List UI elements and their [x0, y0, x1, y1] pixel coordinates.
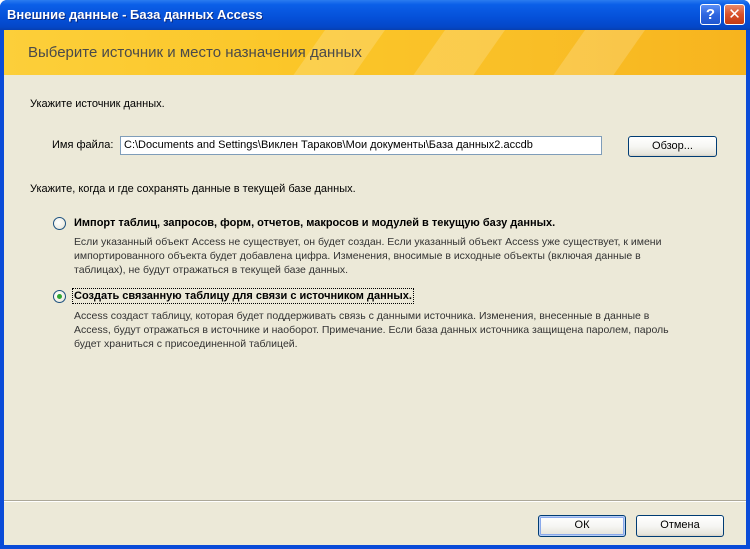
destination-heading: Укажите, когда и где сохранять данные в … [30, 183, 356, 195]
dialog-window: Внешние данные - База данных Access ? ✕ … [0, 0, 750, 549]
browse-button[interactable]: Обзор... [628, 136, 717, 157]
banner-decoration [528, 30, 660, 75]
link-option-label[interactable]: Создать связанную таблицу для связи с ис… [72, 288, 414, 304]
help-icon: ? [705, 6, 716, 23]
title-bar[interactable]: Внешние данные - База данных Access ? ✕ [0, 0, 750, 30]
ok-button[interactable]: ОК [538, 515, 626, 537]
link-description-line: будет храниться с присоединенной таблице… [74, 338, 298, 350]
import-option-label[interactable]: Импорт таблиц, запросов, форм, отчетов, … [74, 217, 555, 229]
file-path-input[interactable]: C:\Documents and Settings\Виклен Тараков… [120, 136, 602, 155]
import-radio[interactable] [53, 217, 66, 230]
help-button[interactable]: ? [700, 4, 721, 25]
close-button[interactable]: ✕ [724, 4, 745, 25]
link-radio[interactable] [53, 290, 66, 303]
link-description-line: Access создаст таблицу, которая будет по… [74, 310, 650, 322]
import-description-line: таблицах), не будут отражаться в текущей… [74, 264, 349, 276]
link-description-line: Access, будут отражаться в источнике и н… [74, 324, 669, 336]
close-icon: ✕ [728, 6, 741, 23]
banner-title: Выберите источник и место назначения дан… [28, 44, 362, 61]
header-banner: Выберите источник и место назначения дан… [4, 30, 746, 75]
import-description-line: импортированного объекта будет добавлена… [74, 250, 641, 262]
cancel-button[interactable]: Отмена [636, 515, 724, 537]
window-title: Внешние данные - База данных Access [7, 7, 263, 22]
source-heading: Укажите источник данных. [30, 98, 165, 110]
footer-separator [4, 500, 746, 502]
import-description-line: Если указанный объект Access не существу… [74, 236, 662, 248]
file-name-label: Имя файла: [52, 139, 114, 151]
dialog-body: Выберите источник и место назначения дан… [4, 30, 746, 545]
banner-decoration [388, 30, 520, 75]
radio-selected-dot [57, 294, 62, 299]
